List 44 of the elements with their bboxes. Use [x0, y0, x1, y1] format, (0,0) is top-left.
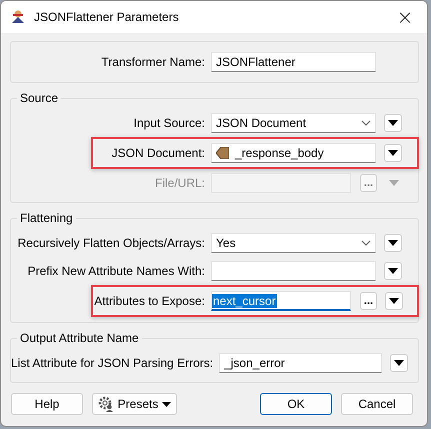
dialog-button[interactable]: Cancel [341, 393, 413, 415]
group-title: Output Attribute Name [19, 331, 140, 345]
menu-button[interactable] [384, 114, 402, 132]
window-title: JSONFlattener Parameters [34, 10, 180, 24]
field-label: Recursively Flatten Objects/Arrays: [16, 236, 206, 250]
field-label: Transformer Name: [100, 55, 206, 69]
field-label: Prefix New Attribute Names With: [26, 264, 206, 278]
text-field[interactable] [211, 261, 376, 281]
menu-button[interactable] [390, 354, 408, 372]
triangle-down-icon [388, 150, 398, 156]
caret-icon [162, 402, 172, 406]
menu-button[interactable] [384, 234, 402, 252]
group-title: Flattening [19, 211, 74, 225]
chevron-down-icon [361, 120, 371, 126]
text-field[interactable]: next_cursor [211, 291, 351, 311]
gear-person-icon [98, 396, 114, 412]
attribute-arrow-icon [216, 147, 229, 159]
field-label: List Attribute for JSON Parsing Errors: [11, 356, 214, 370]
field-label: JSON Document: [110, 146, 206, 160]
dialog-button[interactable]: Help [11, 393, 83, 415]
group-title: Source [19, 91, 60, 105]
dropdown[interactable]: JSON Document [211, 113, 376, 133]
dialog-button[interactable]: OK [260, 393, 332, 415]
menu-button[interactable] [384, 262, 402, 280]
attribute-field[interactable]: _response_body [211, 143, 376, 163]
triangle-down-icon [388, 268, 398, 274]
text-field[interactable]: _json_error [219, 353, 382, 373]
menu-button[interactable] [384, 144, 402, 162]
triangle-down-icon [388, 240, 398, 246]
presets-button[interactable]: Presets [92, 393, 177, 415]
close-button[interactable]: × [383, 1, 427, 33]
field-label: Attributes to Expose: [93, 294, 206, 308]
chevron-down-icon [361, 240, 371, 246]
triangle-down-icon [394, 360, 404, 366]
triangle-down-icon [389, 298, 399, 304]
field-label: Input Source: [132, 116, 206, 130]
menu-button[interactable] [385, 292, 403, 310]
field-label: File/URL: [154, 176, 206, 190]
browse-button[interactable]: ... [360, 292, 377, 310]
triangle-down-icon [388, 120, 398, 126]
dropdown[interactable]: Yes [211, 233, 376, 253]
text-field[interactable]: JSONFlattener [211, 52, 376, 72]
app-logo-icon [10, 9, 26, 25]
triangle-down-icon [389, 180, 399, 186]
